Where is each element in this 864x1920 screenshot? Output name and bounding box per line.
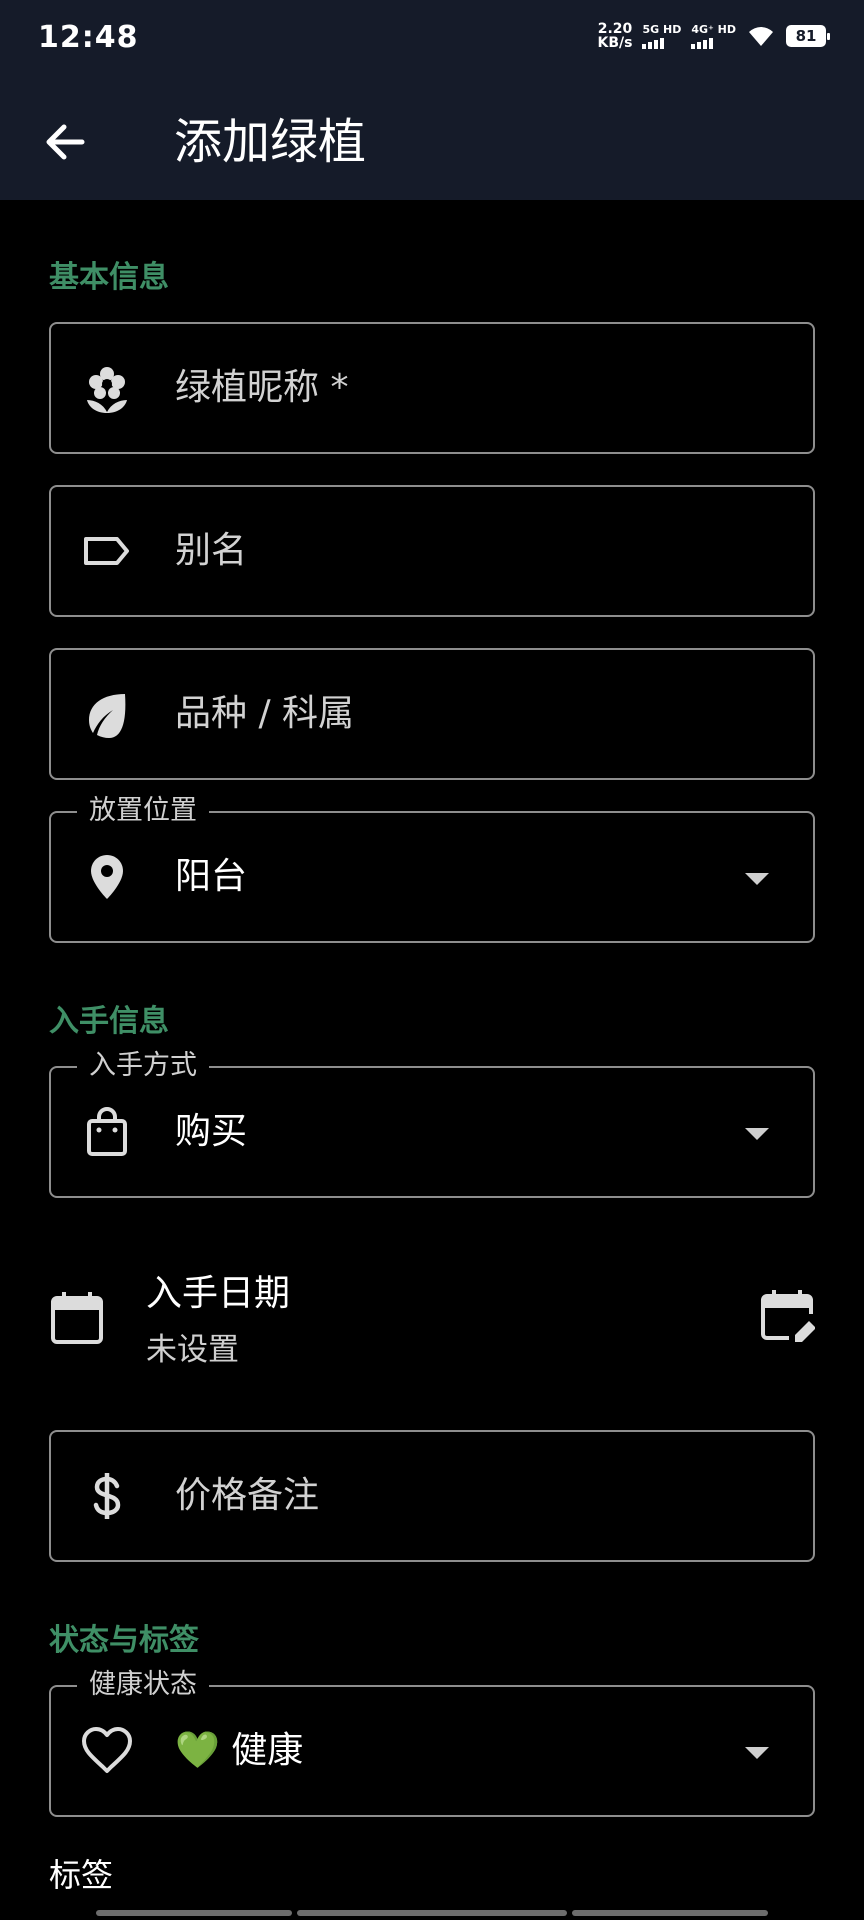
dollar-icon xyxy=(93,1473,121,1519)
location-dropdown[interactable]: 放置位置 阳台 xyxy=(49,793,815,943)
alias-field[interactable]: 别名 xyxy=(49,485,815,617)
health-status-value: 💚 健康 xyxy=(175,1730,304,1771)
calendar-icon xyxy=(51,1292,103,1344)
scroll-indicator xyxy=(572,1910,768,1916)
scroll-indicator xyxy=(96,1910,292,1916)
species-placeholder: 品种 / 科属 xyxy=(175,693,355,734)
section-header-status: 状态与标签 xyxy=(49,1623,199,1658)
flower-icon xyxy=(87,367,127,413)
chevron-down-icon[interactable] xyxy=(745,1128,769,1140)
chevron-down-icon[interactable] xyxy=(745,1747,769,1759)
species-field[interactable]: 品种 / 科属 xyxy=(49,648,815,780)
acquire-date-row[interactable]: 入手日期 未设置 xyxy=(49,1262,815,1378)
scroll-indicator xyxy=(297,1910,567,1916)
health-status-dropdown[interactable]: 健康状态 💚 健康 xyxy=(49,1667,815,1817)
acquire-method-dropdown[interactable]: 入手方式 购买 xyxy=(49,1048,815,1198)
acquire-method-value: 购买 xyxy=(175,1111,248,1152)
status-icons: 2.20 KB/s 5G HD 4G⁺ HD 81 xyxy=(597,21,830,51)
app-bar: 添加绿植 xyxy=(0,82,864,200)
leaf-icon xyxy=(89,694,126,738)
heart-icon xyxy=(82,1727,132,1773)
price-note-placeholder: 价格备注 xyxy=(175,1475,320,1516)
nickname-placeholder: 绿植昵称 * xyxy=(175,367,349,408)
status-bar: 12:48 2.20 KB/s 5G HD 4G⁺ HD 81 xyxy=(0,0,864,82)
sim1-signal-icon: 5G HD xyxy=(642,24,681,49)
arrow-left-icon[interactable] xyxy=(38,112,98,172)
price-note-field[interactable]: 价格备注 xyxy=(49,1430,815,1562)
label-icon xyxy=(84,537,129,565)
wifi-icon xyxy=(749,27,773,46)
chevron-down-icon[interactable] xyxy=(745,873,769,885)
acquire-date-label: 入手日期 xyxy=(146,1273,291,1314)
section-header-basic: 基本信息 xyxy=(49,260,169,295)
alias-placeholder: 别名 xyxy=(175,530,248,571)
sim2-signal-icon: 4G⁺ HD xyxy=(691,24,736,49)
battery-icon: 81 xyxy=(786,25,830,47)
shopping-bag-icon xyxy=(87,1107,127,1156)
nickname-field[interactable]: 绿植昵称 * xyxy=(49,322,815,454)
acquire-date-value: 未设置 xyxy=(146,1332,239,1368)
network-speed: 2.20 KB/s xyxy=(597,21,633,51)
section-header-acquire: 入手信息 xyxy=(49,1004,169,1039)
location-pin-icon xyxy=(91,855,123,899)
calendar-edit-icon[interactable] xyxy=(759,1286,815,1346)
status-time: 12:48 xyxy=(38,20,139,55)
tags-label: 标签 xyxy=(49,1856,114,1894)
location-value: 阳台 xyxy=(175,856,248,897)
page-title: 添加绿植 xyxy=(174,114,367,170)
